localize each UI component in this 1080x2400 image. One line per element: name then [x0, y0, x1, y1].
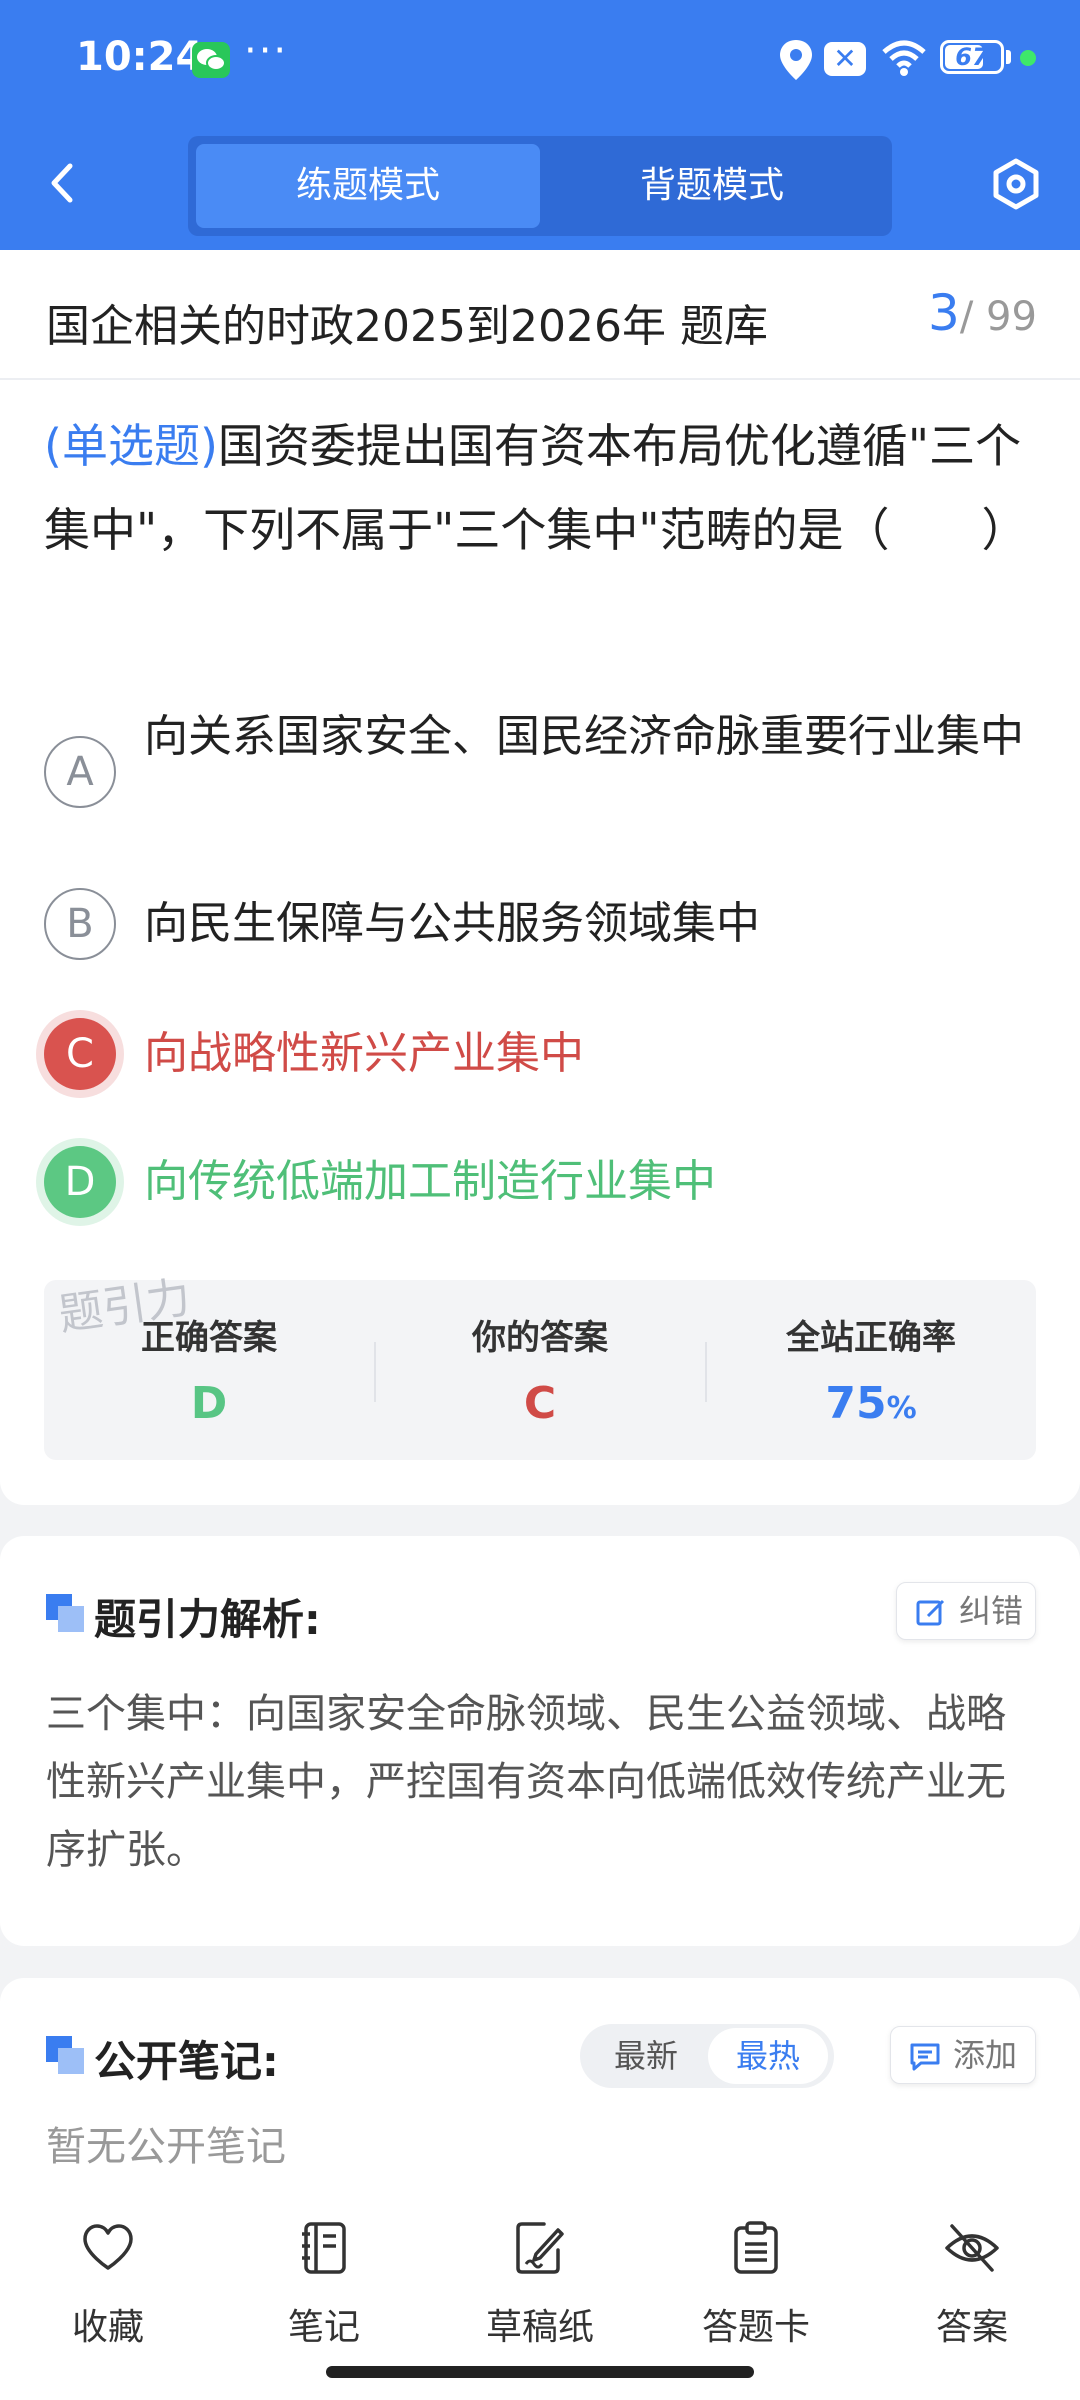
notes-label: 笔记 [287, 2307, 360, 2348]
report-error-label: 纠错 [959, 1592, 1024, 1630]
answer-card-label: 答题卡 [701, 2307, 810, 2348]
battery-level: 67 [955, 43, 989, 71]
status-bar: 10:24 ··· ✕ 67 [0, 0, 1080, 120]
option-letter-a: A [44, 736, 116, 808]
favorite-label: 收藏 [71, 2307, 144, 2348]
mode-switcher: 练题模式 背题模式 [188, 136, 892, 236]
sort-latest-option[interactable]: 最新 [586, 2028, 706, 2084]
notes-title: 公开笔记: [94, 2037, 279, 2086]
tab-practice-mode[interactable]: 练题模式 [196, 144, 540, 228]
add-note-label: 添加 [953, 2036, 1018, 2074]
location-icon [780, 40, 812, 80]
section-icon [46, 2036, 84, 2074]
accuracy-rate-block: 全站正确率 75% [706, 1280, 1036, 1460]
accuracy-rate-value: 75% [825, 1378, 917, 1429]
heart-icon [83, 2224, 133, 2270]
favorite-button[interactable]: 收藏 [8, 2220, 208, 2350]
draft-paper-label: 草稿纸 [485, 2307, 594, 2348]
answer-summary: 正确答案 D 你的答案 C 全站正确率 75% [44, 1280, 1036, 1460]
wifi-icon [882, 40, 926, 76]
draft-paper-icon [516, 2222, 564, 2274]
your-answer-value: C [523, 1378, 557, 1429]
question-counter[interactable]: 3/ 99 [928, 284, 1037, 342]
more-notifications-icon: ··· [244, 28, 289, 74]
privacy-indicator-dot [1020, 50, 1036, 66]
sort-hot-option[interactable]: 最热 [708, 2028, 828, 2084]
settings-icon[interactable] [990, 158, 1042, 210]
section-icon [46, 1594, 84, 1632]
option-text-d: 向传统低端加工制造行业集中 [144, 1156, 716, 1207]
question-type-label: (单选题) [44, 419, 218, 473]
comment-icon [910, 2043, 940, 2071]
correct-answer-value: D [190, 1378, 228, 1429]
back-arrow-icon[interactable] [44, 158, 84, 208]
option-letter-b: B [44, 888, 116, 960]
option-text-b: 向民生保障与公共服务领域集中 [144, 898, 760, 949]
answer-card-button[interactable]: 答题卡 [656, 2220, 856, 2350]
show-answer-label: 答案 [935, 2307, 1008, 2348]
wechat-icon [192, 42, 230, 78]
option-letter-c: C [44, 1018, 116, 1090]
question-stem: (单选题)国资委提出国有资本布局优化遵循"三个集中"，下列不属于"三个集中"范畴… [44, 404, 1044, 572]
notes-button[interactable]: 笔记 [224, 2220, 424, 2350]
status-time: 10:24 [76, 34, 204, 80]
report-error-button[interactable]: 纠错 [896, 1582, 1036, 1640]
draft-paper-button[interactable]: 草稿纸 [440, 2220, 640, 2350]
blocked-notification-icon: ✕ [824, 42, 866, 76]
accuracy-rate-label: 全站正确率 [786, 1318, 956, 1358]
question-bank-title: 国企相关的时政2025到2026年 题库 [46, 301, 768, 352]
tab-memorize-mode[interactable]: 背题模式 [540, 144, 884, 228]
battery-icon: 67 [940, 40, 1004, 74]
home-indicator[interactable] [326, 2366, 754, 2378]
option-text-c: 向战略性新兴产业集中 [144, 1028, 584, 1079]
answer-card-icon [734, 2221, 778, 2274]
analysis-title: 题引力解析: [94, 1595, 321, 1644]
your-answer-block: 你的答案 C [375, 1280, 705, 1460]
option-letter-d: D [44, 1146, 116, 1218]
top-bar: 10:24 ··· ✕ 67 练题模式 背题模式 [0, 0, 1080, 250]
total-questions: / 99 [959, 294, 1037, 340]
add-note-button[interactable]: 添加 [890, 2026, 1036, 2084]
analysis-text: 三个集中：向国家安全命脉领域、民生公益领域、战略性新兴产业集中，严控国有资本向低… [46, 1691, 1006, 1873]
show-answer-button[interactable]: 答案 [872, 2220, 1072, 2350]
current-question-number: 3 [928, 284, 960, 342]
your-answer-label: 你的答案 [472, 1318, 608, 1358]
edit-icon [916, 1599, 945, 1626]
empty-notes-text: 暂无公开笔记 [46, 2124, 286, 2170]
notebook-icon [302, 2222, 346, 2274]
eye-off-icon [945, 2224, 999, 2272]
divider [0, 378, 1080, 380]
notes-sort-toggle: 最新 最热 [580, 2024, 834, 2088]
option-text-a: 向关系国家安全、国民经济命脉重要行业集中 [144, 711, 1024, 762]
